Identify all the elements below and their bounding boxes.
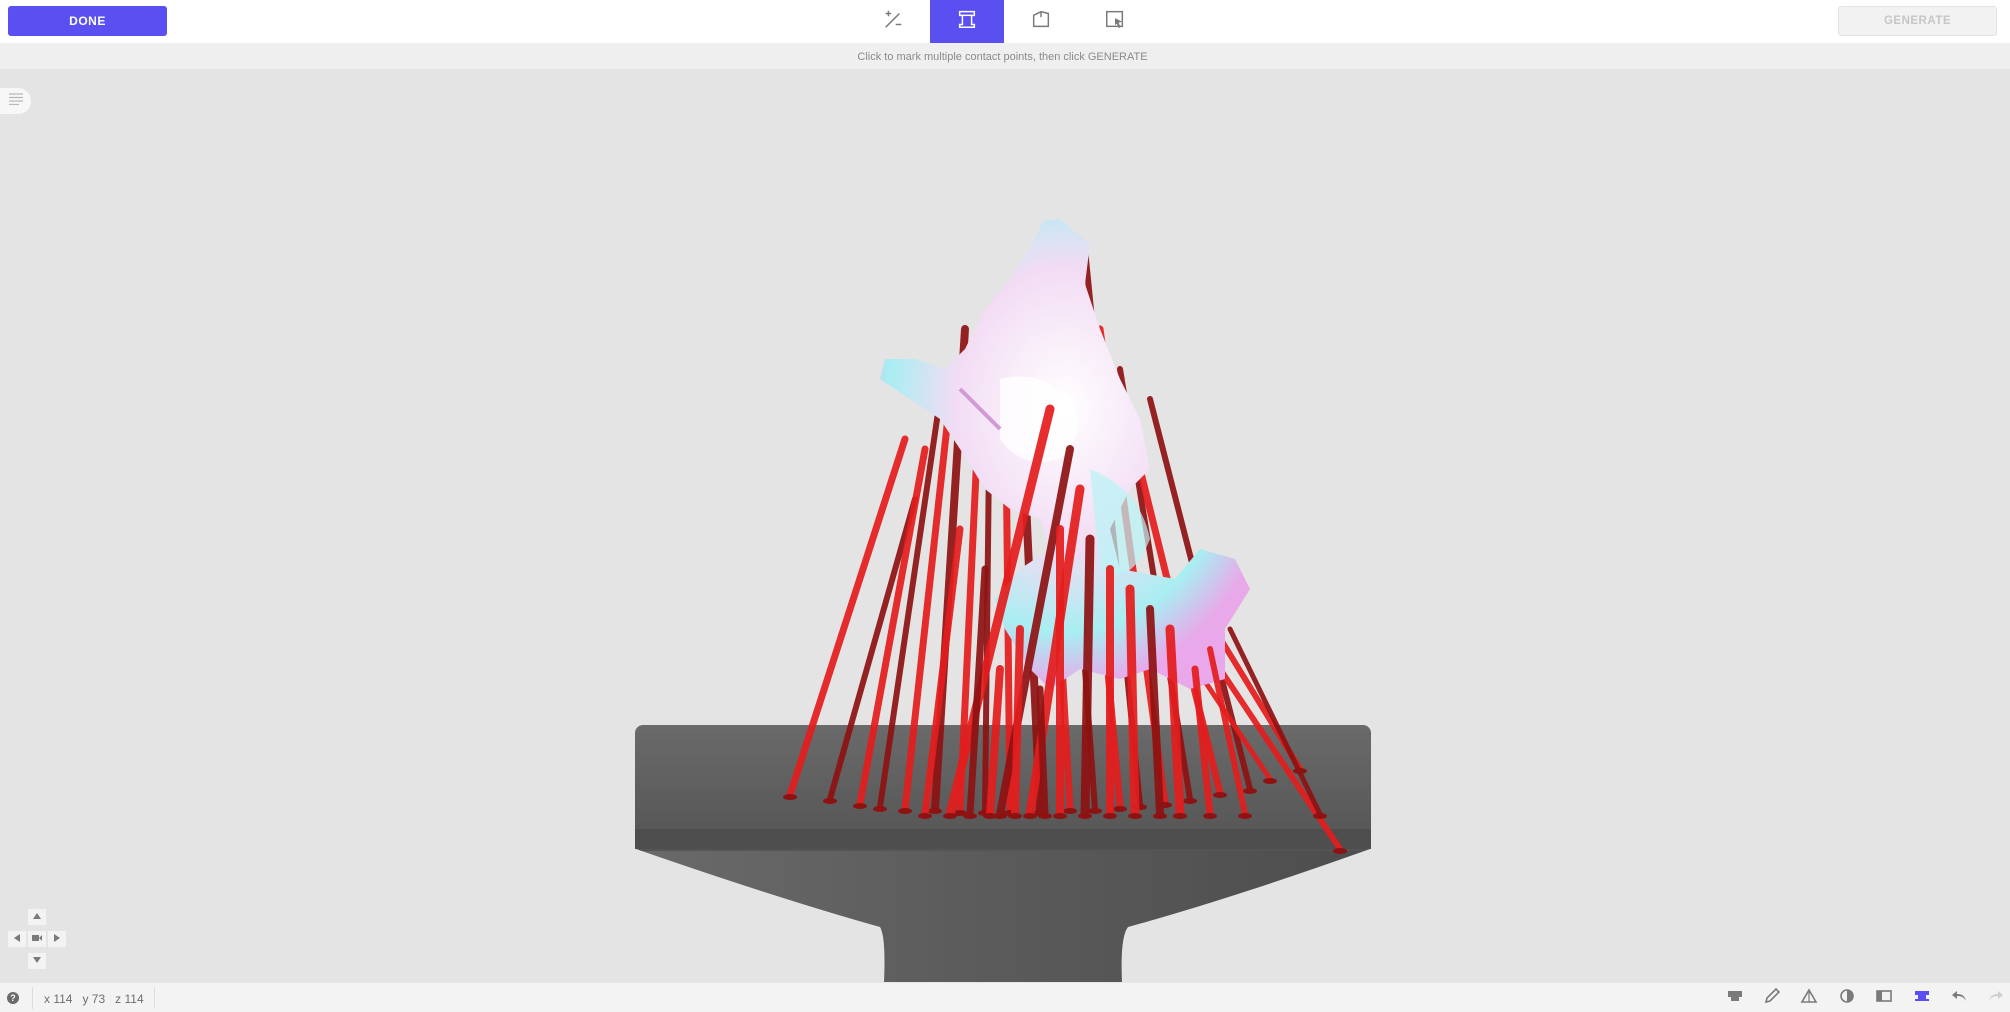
platform-stem bbox=[636, 849, 1370, 982]
support-base bbox=[1053, 813, 1067, 819]
edit-button[interactable] bbox=[1753, 983, 1790, 1012]
print-preview-button[interactable] bbox=[1716, 983, 1753, 1012]
select-cursor-icon bbox=[1104, 8, 1126, 35]
support-base bbox=[1113, 806, 1127, 812]
layout-button[interactable] bbox=[1866, 983, 1903, 1012]
wand-plus-minus-icon bbox=[882, 8, 904, 35]
coord-z: z 114 bbox=[115, 992, 144, 1006]
pan-right-button[interactable] bbox=[48, 931, 66, 947]
contrast-button[interactable] bbox=[1828, 983, 1865, 1012]
support-tool[interactable] bbox=[930, 0, 1004, 43]
support-base bbox=[983, 813, 997, 819]
support-base bbox=[1128, 813, 1142, 819]
support-pillar[interactable] bbox=[1125, 584, 1140, 819]
hint-text: Click to mark multiple contact points, t… bbox=[857, 51, 1148, 63]
support-pillar[interactable] bbox=[1080, 534, 1095, 819]
redo-icon bbox=[1987, 987, 2005, 1010]
cursor-coordinates: x 114 y 73 z 114 bbox=[44, 992, 144, 1006]
support-base bbox=[1313, 813, 1327, 819]
plate-edge bbox=[635, 829, 1371, 849]
support-base bbox=[1203, 813, 1217, 819]
list-icon bbox=[8, 92, 23, 110]
mesh-view-button[interactable] bbox=[1791, 983, 1828, 1012]
help-icon[interactable]: ? bbox=[7, 992, 19, 1004]
support-base bbox=[928, 808, 942, 814]
support-base bbox=[783, 794, 797, 800]
mesh-icon bbox=[1800, 987, 1818, 1010]
support-base bbox=[1078, 813, 1092, 819]
support-base bbox=[1183, 798, 1197, 804]
support-base bbox=[1063, 808, 1077, 814]
undo-icon bbox=[1950, 987, 1968, 1010]
undo-button[interactable] bbox=[1940, 983, 1977, 1012]
support-base bbox=[918, 813, 932, 819]
support-base bbox=[1213, 792, 1227, 798]
support-base bbox=[1023, 813, 1037, 819]
pan-up-button[interactable] bbox=[28, 909, 46, 925]
support-base bbox=[1008, 813, 1022, 819]
print-icon bbox=[1726, 987, 1744, 1010]
coord-y: y 73 bbox=[82, 992, 106, 1006]
support-base bbox=[1088, 808, 1102, 814]
cube-side-icon bbox=[1030, 8, 1052, 35]
support-base bbox=[1243, 788, 1257, 794]
support-base bbox=[1173, 813, 1187, 819]
divider bbox=[32, 987, 33, 1009]
coord-x: x 114 bbox=[44, 992, 73, 1006]
support-view-icon bbox=[1913, 987, 1931, 1010]
divider bbox=[154, 987, 155, 1009]
support-base bbox=[873, 806, 887, 812]
support-base bbox=[898, 808, 912, 814]
side-panel-toggle[interactable] bbox=[0, 88, 31, 114]
auto-generate-tool[interactable] bbox=[856, 0, 930, 43]
pan-down-button[interactable] bbox=[28, 953, 46, 969]
status-bar: ? x 114 y 73 z 114 bbox=[0, 982, 2010, 1012]
layout-icon bbox=[1875, 987, 1893, 1010]
hint-bar: Click to mark multiple contact points, t… bbox=[0, 43, 2010, 69]
support-base bbox=[1263, 778, 1277, 784]
camera-icon bbox=[32, 930, 42, 948]
contrast-icon bbox=[1838, 987, 1856, 1010]
support-base bbox=[853, 803, 867, 809]
view-options bbox=[1716, 983, 2010, 1012]
support-base bbox=[1333, 848, 1347, 854]
pencil-icon bbox=[1763, 987, 1781, 1010]
support-base bbox=[963, 813, 977, 819]
mode-tools bbox=[856, 0, 1152, 43]
support-pillar[interactable] bbox=[1036, 685, 1049, 818]
orientation-tool[interactable] bbox=[1004, 0, 1078, 43]
support-base bbox=[943, 813, 957, 819]
top-toolbar: DONE GENERATE bbox=[0, 0, 2010, 43]
support-view-button[interactable] bbox=[1903, 983, 1940, 1012]
arrow-down-icon bbox=[32, 952, 42, 970]
support-base bbox=[1038, 813, 1052, 819]
arrow-up-icon bbox=[32, 908, 42, 926]
support-base bbox=[1153, 813, 1167, 819]
reset-view-button[interactable] bbox=[28, 931, 46, 947]
pan-left-button[interactable] bbox=[8, 931, 26, 947]
generate-button[interactable]: GENERATE bbox=[1838, 6, 1997, 36]
select-tool[interactable] bbox=[1078, 0, 1152, 43]
redo-button[interactable] bbox=[1978, 983, 2010, 1012]
done-button[interactable]: DONE bbox=[8, 6, 167, 36]
support-pillar[interactable] bbox=[1011, 625, 1024, 818]
scene-render bbox=[635, 219, 1371, 982]
view-navigation-pad bbox=[4, 909, 70, 973]
support-base bbox=[823, 798, 837, 804]
arrow-left-icon bbox=[12, 930, 22, 948]
arrow-right-icon bbox=[52, 930, 62, 948]
3d-viewport[interactable] bbox=[0, 69, 2010, 982]
support-base bbox=[1103, 813, 1117, 819]
support-pillar-icon bbox=[956, 8, 978, 35]
support-base bbox=[1238, 813, 1252, 819]
